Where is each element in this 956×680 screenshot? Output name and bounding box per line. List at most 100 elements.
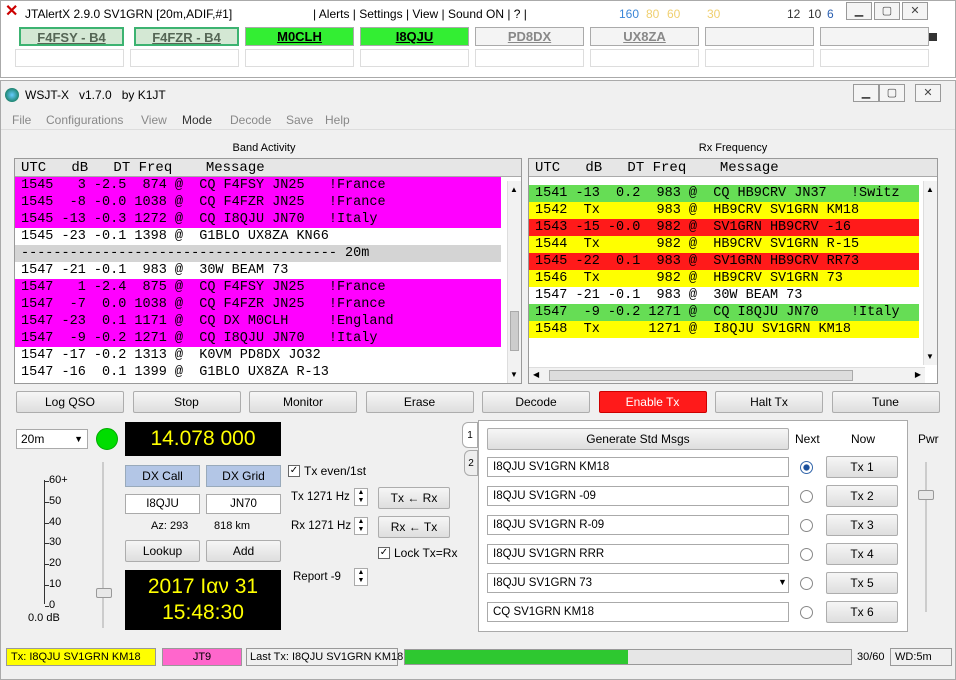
menu-configurations[interactable]: Configurations <box>46 113 123 127</box>
band-activity-list[interactable]: UTC dB DT Freq Message 1545 3 -2.5 874 @… <box>14 158 522 384</box>
log-qso-button[interactable]: Log QSO <box>16 391 124 413</box>
minimize-button[interactable]: ▁ <box>853 84 879 102</box>
callsign-cell[interactable]: PD8DX <box>475 27 584 46</box>
list-item[interactable]: 1545 -8 -0.0 1038 @ CQ F4FZR JN25 !Franc… <box>15 194 501 211</box>
callsign-cell[interactable]: M0CLH <box>245 27 354 46</box>
rx-frequency[interactable]: Rx 1271 Hz <box>286 517 356 537</box>
maximize-button[interactable]: ▢ <box>879 84 905 102</box>
rx-level-slider[interactable] <box>96 462 112 628</box>
next-radio[interactable] <box>800 519 813 532</box>
message-field[interactable]: CQ SV1GRN KM18 <box>487 602 789 622</box>
message-field[interactable]: I8QJU SV1GRN KM18 <box>487 457 789 477</box>
next-radio[interactable] <box>800 577 813 590</box>
list-item[interactable]: 1547 -7 0.0 1038 @ CQ F4FZR JN25 !France <box>15 296 501 313</box>
tx-button[interactable]: Tx 5 <box>826 572 898 594</box>
monitor-button[interactable]: Monitor <box>249 391 357 413</box>
message-field[interactable]: I8QJU SV1GRN 73 <box>487 573 789 593</box>
list-item[interactable]: 1544 Tx 982 @ HB9CRV SV1GRN R-15 <box>529 236 919 253</box>
callsign-cell[interactable]: F4FZR - B4 <box>134 27 239 46</box>
list-item[interactable]: 1548 Tx 1271 @ I8QJU SV1GRN KM18 <box>529 321 919 338</box>
list-item[interactable]: 1547 -16 0.1 1399 @ G1BLO UX8ZA R-13 <box>15 364 501 381</box>
scroll-up-icon[interactable]: ▲ <box>510 185 518 194</box>
list-item[interactable]: 1546 Tx 982 @ HB9CRV SV1GRN 73 <box>529 270 919 287</box>
callsign-cell[interactable] <box>820 27 929 46</box>
message-field[interactable]: I8QJU SV1GRN RRR <box>487 544 789 564</box>
list-item[interactable]: 1547 -17 -0.2 1313 @ K0VM PD8DX JO32 <box>15 347 501 364</box>
list-item[interactable]: 1547 -21 -0.1 983 @ 30W BEAM 73 <box>15 262 501 279</box>
list-item[interactable]: 1542 Tx 983 @ HB9CRV SV1GRN KM18 <box>529 202 919 219</box>
tune-button[interactable]: Tune <box>831 391 940 413</box>
tx-from-rx-button[interactable]: Tx ← Rx <box>378 487 450 509</box>
dx-call-input[interactable]: I8QJU <box>125 494 200 514</box>
lookup-button[interactable]: Lookup <box>125 540 200 562</box>
report-spinner[interactable]: ▲ ▼ <box>354 568 368 586</box>
callsign-cell[interactable]: I8QJU <box>360 27 469 46</box>
message-field[interactable]: I8QJU SV1GRN R-09 <box>487 515 789 535</box>
close-button[interactable]: ✕ <box>902 2 928 20</box>
jtalert-menu[interactable]: | Alerts | Settings | View | Sound ON | … <box>313 7 527 21</box>
halt-tx-button[interactable]: Halt Tx <box>715 391 823 413</box>
enable-tx-button[interactable]: Enable Tx <box>598 391 707 413</box>
band-select[interactable]: 20m ▼ <box>16 429 88 449</box>
tx-frequency[interactable]: Tx 1271 Hz <box>286 488 356 508</box>
menu-view[interactable]: View <box>141 113 167 127</box>
list-item[interactable]: --------------------------------------- … <box>15 245 501 262</box>
list-item[interactable]: 1547 -23 0.1 1171 @ CQ DX M0CLH !England <box>15 313 501 330</box>
menu-save[interactable]: Save <box>286 113 313 127</box>
menu-decode[interactable]: Decode <box>230 113 271 127</box>
callsign-cell[interactable]: F4FSY - B4 <box>19 27 124 46</box>
dx-grid-input[interactable]: JN70 <box>206 494 281 514</box>
list-item[interactable]: 1547 -21 -0.1 983 @ 30W BEAM 73 <box>529 287 919 304</box>
scroll-thumb[interactable] <box>549 370 853 381</box>
scroll-down-icon[interactable]: ▼ <box>510 370 518 379</box>
next-radio[interactable] <box>800 606 813 619</box>
list-item[interactable]: 1541 -13 0.2 983 @ CQ HB9CRV JN37 !Switz <box>529 185 919 202</box>
tab-1[interactable]: 1 <box>462 422 478 448</box>
menu-mode[interactable]: Mode <box>182 113 212 127</box>
next-radio[interactable] <box>800 548 813 561</box>
slider-thumb[interactable] <box>918 490 934 500</box>
tx-button[interactable]: Tx 6 <box>826 601 898 623</box>
add-button[interactable]: Add <box>206 540 281 562</box>
tab-2[interactable]: 2 <box>464 450 478 476</box>
rx-from-tx-button[interactable]: Rx ← Tx <box>378 516 450 538</box>
list-item[interactable]: 1547 -9 -0.2 1271 @ CQ I8QJU JN70 !Italy <box>15 330 501 347</box>
rx-frequency-spinner[interactable]: ▲ ▼ <box>354 517 368 535</box>
tx-button[interactable]: Tx 2 <box>826 485 898 507</box>
list-item[interactable]: 1543 -15 -0.0 982 @ SV1GRN HB9CRV -16 <box>529 219 919 236</box>
list-item[interactable]: 1547 1 -2.4 875 @ CQ F4FSY JN25 !France <box>15 279 501 296</box>
menu-help[interactable]: Help <box>325 113 350 127</box>
slider-thumb[interactable] <box>96 588 112 598</box>
scroll-thumb[interactable] <box>510 311 519 351</box>
power-slider[interactable] <box>918 462 934 612</box>
list-item[interactable]: 1545 -22 0.1 983 @ SV1GRN HB9CRV RR73 <box>529 253 919 270</box>
tx-button[interactable]: Tx 1 <box>826 456 898 478</box>
rx-hscrollbar[interactable]: ◀ ▶ <box>529 367 925 383</box>
chevron-down-icon[interactable]: ▼ <box>778 577 787 587</box>
band-scrollbar[interactable]: ▲ ▼ <box>507 181 521 383</box>
next-radio[interactable] <box>800 490 813 503</box>
lock-checkbox[interactable]: ✓ <box>378 547 390 559</box>
tx-button[interactable]: Tx 3 <box>826 514 898 536</box>
report-field[interactable]: Report -9 <box>288 568 354 588</box>
rx-scrollbar[interactable]: ▲ ▼ <box>923 181 937 365</box>
maximize-button[interactable]: ▢ <box>874 2 900 20</box>
scroll-indicator[interactable] <box>929 33 937 41</box>
erase-button[interactable]: Erase <box>365 391 474 413</box>
list-item[interactable]: 1545 -23 -0.1 1398 @ G1BLO UX8ZA KN66 <box>15 228 501 245</box>
message-field[interactable]: I8QJU SV1GRN -09 <box>487 486 789 506</box>
menu-file[interactable]: File <box>12 113 31 127</box>
scroll-left-icon[interactable]: ◀ <box>533 370 539 379</box>
tx-frequency-spinner[interactable]: ▲ ▼ <box>354 488 368 506</box>
decode-button[interactable]: Decode <box>482 391 590 413</box>
list-item[interactable]: 1545 -13 -0.3 1272 @ CQ I8QJU JN70 !Ital… <box>15 211 501 228</box>
tx-even-checkbox[interactable]: ✓ <box>288 465 300 477</box>
callsign-cell[interactable] <box>705 27 814 46</box>
close-button[interactable]: ✕ <box>915 84 941 102</box>
tx-button[interactable]: Tx 4 <box>826 543 898 565</box>
rx-frequency-list[interactable]: UTC dB DT Freq Message 1541 -13 0.2 983 … <box>528 158 938 384</box>
next-radio[interactable] <box>800 461 813 474</box>
generate-msgs-button[interactable]: Generate Std Msgs <box>487 428 789 450</box>
minimize-button[interactable]: ▁ <box>846 2 872 20</box>
list-item[interactable]: 1547 -9 -0.2 1271 @ CQ I8QJU JN70 !Italy <box>529 304 919 321</box>
